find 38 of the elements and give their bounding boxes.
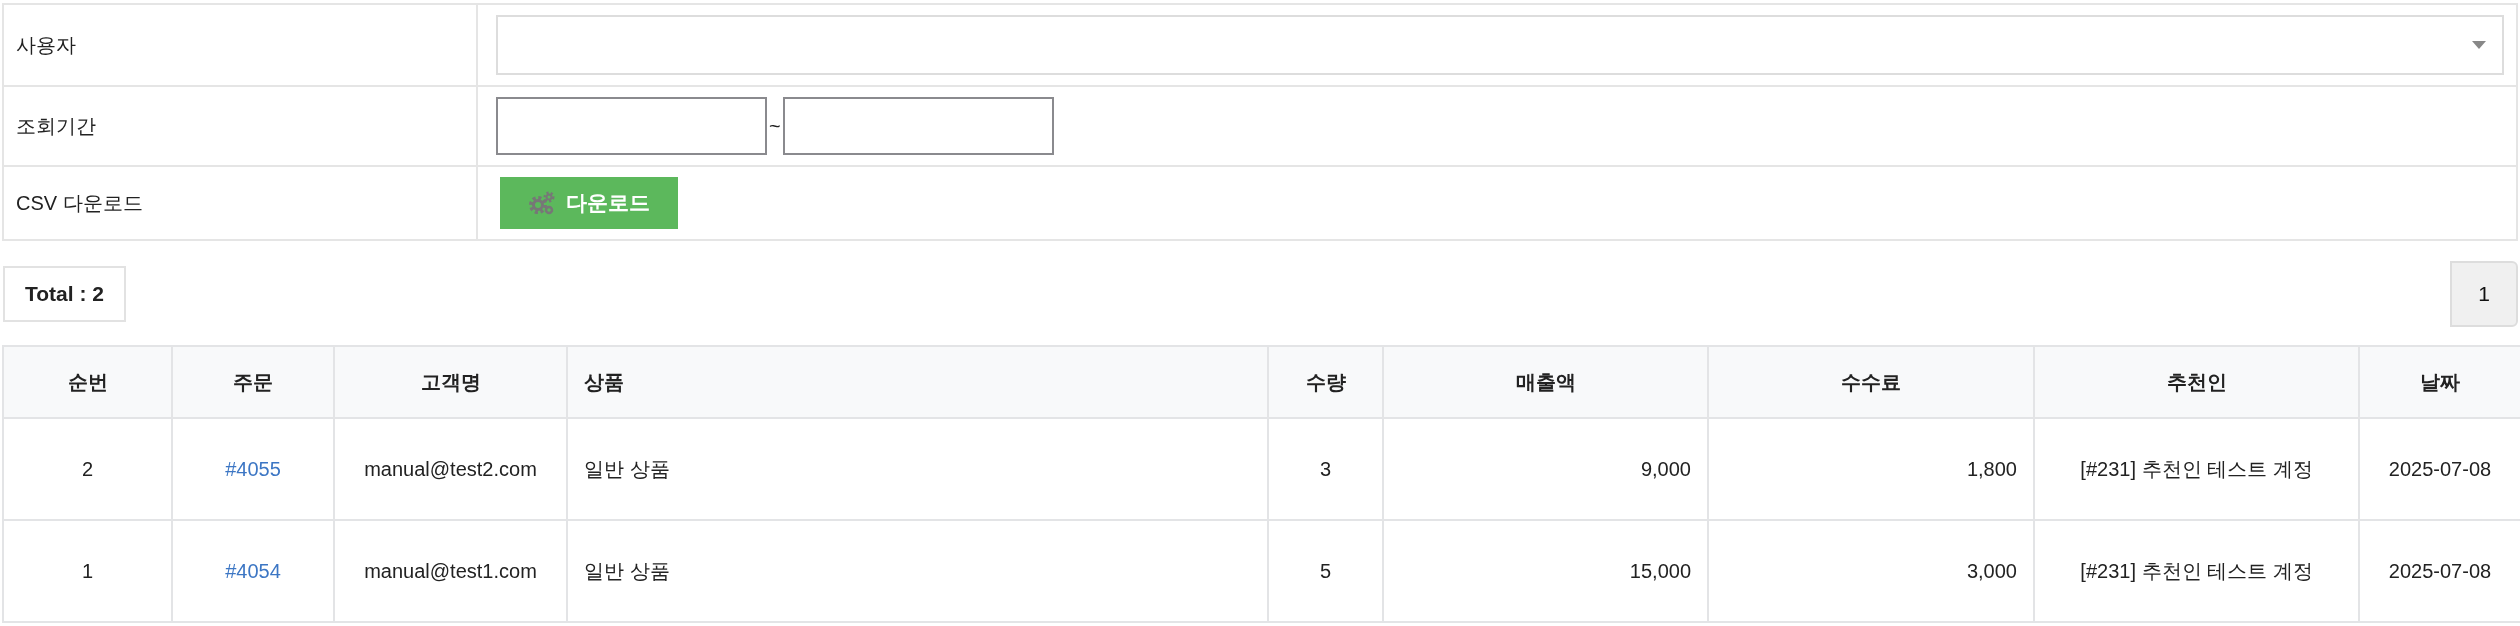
table-cell: 1,800 (1966, 457, 2017, 480)
table-cell: [#231] 추천인 테스트 계정 (2080, 457, 2313, 480)
table-cell: 15,000 (1629, 559, 1691, 582)
order-link[interactable]: #4055 (225, 457, 281, 480)
order-link[interactable]: #4054 (225, 559, 281, 582)
table-cell: 2025-07-08 (2388, 559, 2492, 582)
field-label: 사용자 (16, 33, 76, 56)
table-cell: 9,000 (1640, 457, 1691, 480)
table-cell: 일반 상품 (584, 559, 670, 582)
table-cell: 일반 상품 (584, 457, 670, 480)
column-header: 순번 (67, 370, 108, 393)
column-header: 수량 (1305, 370, 1346, 393)
column-header: 추천인 (2166, 370, 2227, 393)
caret-icon (2472, 41, 2486, 49)
column-header: 고객명 (420, 370, 481, 393)
page-button[interactable]: 1 (2450, 261, 2518, 327)
table-cell: manual@test2.com (364, 457, 537, 480)
start-date-field[interactable] (496, 97, 767, 155)
table-cell: manual@test1.com (364, 559, 537, 582)
table-cell: 2025-07-08 (2388, 457, 2492, 480)
table-cell: 3,000 (1966, 559, 2017, 582)
column-header: 상품 (584, 370, 624, 393)
column-header: 수수료 (1841, 370, 1901, 393)
column-header: 주문 (233, 370, 273, 393)
download-button[interactable]: 다운로드 (500, 177, 678, 229)
table-cell: 1 (81, 559, 94, 582)
table-cell: 3 (1319, 457, 1332, 480)
table-cell: 5 (1319, 559, 1332, 582)
range-separator: ~ (768, 114, 782, 138)
table-cell: [#231] 추천인 테스트 계정 (2080, 559, 2313, 582)
column-header: 날짜 (2420, 370, 2460, 393)
field-label: CSV 다운로드 (16, 191, 143, 214)
gears-icon (528, 190, 556, 216)
total-count: Total : 2 (3, 266, 126, 322)
column-header: 매출액 (1515, 370, 1576, 393)
table-cell: 2 (81, 457, 94, 480)
end-date-field[interactable] (782, 97, 1054, 155)
field-label: 조회기간 (16, 114, 96, 137)
